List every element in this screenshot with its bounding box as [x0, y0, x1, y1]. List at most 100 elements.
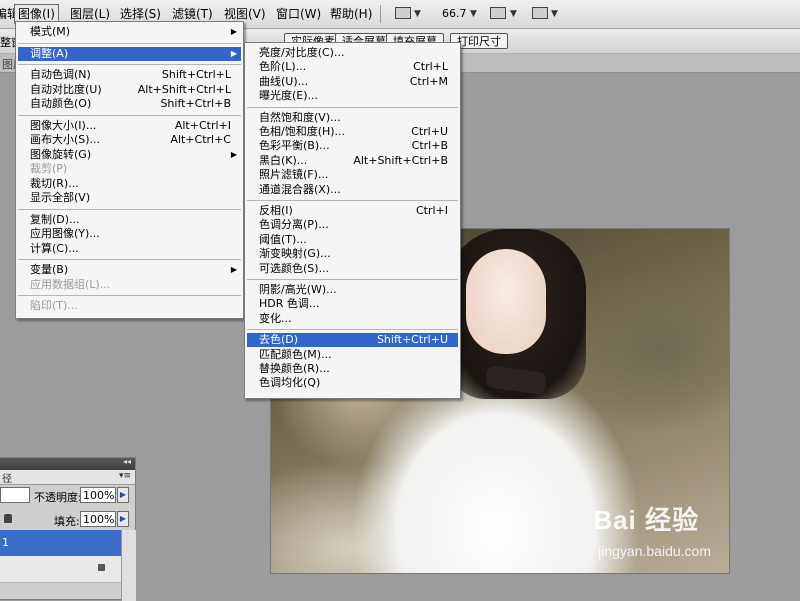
arrange-documents-icon[interactable]: [490, 7, 506, 19]
adjust-menu-item[interactable]: 自然饱和度(V)...: [247, 111, 458, 125]
adjust-menu-item[interactable]: HDR 色调...: [247, 297, 458, 311]
image-menu-item-shortcut: Alt+Ctrl+C: [170, 133, 231, 146]
baidu-watermark-logo: Bai 经验: [593, 505, 699, 535]
zoom-level[interactable]: 66.7: [442, 5, 467, 23]
image-menu-item[interactable]: 画布大小(S)... Alt+Ctrl+C: [18, 133, 241, 147]
adjust-menu-item[interactable]: 变化...: [247, 312, 458, 326]
adjust-menu-item-label: HDR 色调...: [259, 297, 320, 311]
chevron-down-icon[interactable]: ▼: [414, 5, 421, 23]
adjust-menu-item[interactable]: 照片滤镜(F)...: [247, 168, 458, 182]
image-menu-item-shortcut: Alt+Ctrl+I: [174, 118, 231, 132]
image-menu-item-shortcut: Shift+Ctrl+B: [160, 97, 231, 110]
image-menu-item-label: 应用图像(Y)...: [30, 227, 100, 240]
layers-scrollbar[interactable]: [121, 530, 136, 601]
adjust-menu-item[interactable]: 黑白(K)... Alt+Shift+Ctrl+B: [247, 154, 458, 168]
chevron-down-icon[interactable]: ▼: [510, 5, 517, 23]
adjust-menu-item[interactable]: 替换颜色(R)...: [247, 362, 458, 376]
adjust-menu-item[interactable]: 渐变映射(G)...: [247, 247, 458, 261]
image-menu-item-label: 自动对比度(U): [30, 82, 102, 96]
baidu-watermark-url: jingyan.baidu.com: [598, 543, 711, 559]
menu-separator: [247, 329, 458, 331]
opacity-input[interactable]: 100%: [80, 487, 116, 503]
adjust-menu-item-label: 色阶(L)...: [259, 60, 307, 74]
collapse-panel-icon[interactable]: ◂◂: [123, 457, 131, 466]
image-menu-item[interactable]: 调整(A) ▶: [18, 46, 241, 61]
layer-row-background[interactable]: [0, 556, 121, 583]
image-menu-item: 裁剪(P): [18, 162, 241, 176]
image-menu-item-label: 裁剪(P): [30, 162, 68, 175]
adjust-menu-item[interactable]: 去色(D) Shift+Ctrl+U: [247, 333, 458, 348]
opacity-row: 不透明度: 100% ▶: [0, 487, 135, 505]
image-menu-item-shortcut: Shift+Ctrl+L: [161, 68, 231, 81]
panel-tab-label: 径: [2, 474, 12, 485]
adjust-menu-item-shortcut: Ctrl+M: [409, 74, 448, 88]
adjust-menu-item[interactable]: 可选颜色(S)...: [247, 262, 458, 276]
adjust-menu-item[interactable]: 阴影/高光(W)...: [247, 283, 458, 297]
panel-tab[interactable]: 径 ▾≡: [0, 470, 135, 485]
image-menu-item-label: 画布大小(S)...: [30, 133, 101, 146]
layers-panel: ◂◂ 径 ▾≡ 不透明度: 100% ▶ 填充: 100% ▶ 1: [0, 457, 136, 601]
submenu-arrow-icon: ▶: [230, 48, 237, 58]
adjust-menu-item[interactable]: 阈值(T)...: [247, 233, 458, 247]
adjust-menu-item-label: 曝光度(E)...: [259, 89, 319, 103]
opacity-slider-arrow-icon[interactable]: ▶: [117, 487, 129, 503]
image-menu-item[interactable]: 裁切(R)...: [18, 177, 241, 191]
adjust-menu-item-shortcut: Shift+Ctrl+U: [376, 333, 448, 347]
image-menu-item[interactable]: 图像旋转(G) ▶: [18, 148, 241, 162]
adjust-menu-item[interactable]: 色相/饱和度(H)... Ctrl+U: [247, 125, 458, 139]
adjust-menu-item-label: 通道混合器(X)...: [259, 182, 341, 196]
adjust-menu-item[interactable]: 通道混合器(X)...: [247, 183, 458, 197]
image-menu-item[interactable]: 变量(B) ▶: [18, 263, 241, 277]
image-menu-item-label: 图像旋转(G): [30, 147, 92, 161]
adjustments-submenu: 亮度/对比度(C)... 色阶(L)... Ctrl+L 曲线(U)... Ctrl+M…: [244, 42, 461, 399]
adjust-menu-item-label: 照片滤镜(F)...: [259, 168, 329, 182]
menu-window[interactable]: 窗口(W): [273, 5, 324, 23]
image-menu-item[interactable]: 自动颜色(O) Shift+Ctrl+B: [18, 97, 241, 111]
adjust-menu-item-shortcut: Ctrl+L: [413, 60, 448, 74]
image-menu-item[interactable]: 图像大小(I)... Alt+Ctrl+I: [18, 119, 241, 133]
workspace-icon[interactable]: [532, 7, 548, 19]
fill-input[interactable]: 100%: [80, 511, 116, 527]
adjust-menu-item[interactable]: 反相(I) Ctrl+I: [247, 204, 458, 218]
image-menu-item[interactable]: 复制(D)...: [18, 213, 241, 227]
adjust-menu-item-label: 曲线(U)...: [259, 74, 309, 88]
adjust-menu-item-shortcut: Ctrl+B: [411, 139, 448, 153]
image-menu-item[interactable]: 计算(C)...: [18, 242, 241, 256]
menu-separator: [18, 259, 241, 260]
image-menu-item[interactable]: 显示全部(V): [18, 191, 241, 205]
adjust-menu-item-label: 阴影/高光(W)...: [259, 283, 337, 296]
image-menu-item-label: 自动颜色(O): [30, 97, 92, 110]
adjust-menu-item[interactable]: 色阶(L)... Ctrl+L: [247, 60, 458, 74]
image-menu-item[interactable]: 自动色调(N) Shift+Ctrl+L: [18, 68, 241, 82]
adjust-menu-item[interactable]: 亮度/对比度(C)...: [247, 46, 458, 60]
screen-mode-icon[interactable]: [395, 7, 411, 19]
adjust-menu-item-label: 去色(D): [259, 333, 299, 347]
menu-separator: [247, 279, 458, 280]
image-menu-item[interactable]: 模式(M) ▶: [18, 25, 241, 39]
adjust-menu-item[interactable]: 色彩平衡(B)... Ctrl+B: [247, 139, 458, 153]
menu-separator: [18, 64, 241, 65]
panel-menu-icon[interactable]: ▾≡: [119, 471, 131, 481]
fill-slider-arrow-icon[interactable]: ▶: [117, 511, 129, 527]
lock-icon[interactable]: [4, 514, 12, 523]
image-menu-item[interactable]: 自动对比度(U) Alt+Shift+Ctrl+L: [18, 83, 241, 97]
chevron-down-icon[interactable]: ▼: [470, 5, 477, 23]
chevron-down-icon[interactable]: ▼: [551, 5, 558, 23]
adjust-menu-item[interactable]: 曲线(U)... Ctrl+M: [247, 75, 458, 89]
menubar-separator: [380, 5, 381, 23]
panel-title-bar[interactable]: ◂◂: [0, 457, 135, 470]
adjust-menu-item[interactable]: 色调分离(P)...: [247, 218, 458, 232]
submenu-arrow-icon: ▶: [230, 149, 237, 159]
adjust-menu-item-label: 渐变映射(G)...: [259, 247, 331, 261]
menu-separator: [18, 42, 241, 44]
image-menu-item[interactable]: 应用图像(Y)...: [18, 227, 241, 241]
image-menu-item-label: 变量(B): [30, 263, 69, 276]
submenu-arrow-icon: ▶: [230, 27, 237, 36]
adjust-menu-item[interactable]: 曝光度(E)...: [247, 89, 458, 103]
layer-row-selected[interactable]: 1: [0, 530, 121, 556]
menu-help[interactable]: 帮助(H): [327, 5, 375, 23]
adjust-menu-item[interactable]: 色调均化(Q): [247, 376, 458, 390]
blend-mode-select[interactable]: [0, 487, 30, 503]
adjust-menu-item-label: 变化...: [259, 311, 292, 325]
adjust-menu-item[interactable]: 匹配颜色(M)...: [247, 348, 458, 362]
